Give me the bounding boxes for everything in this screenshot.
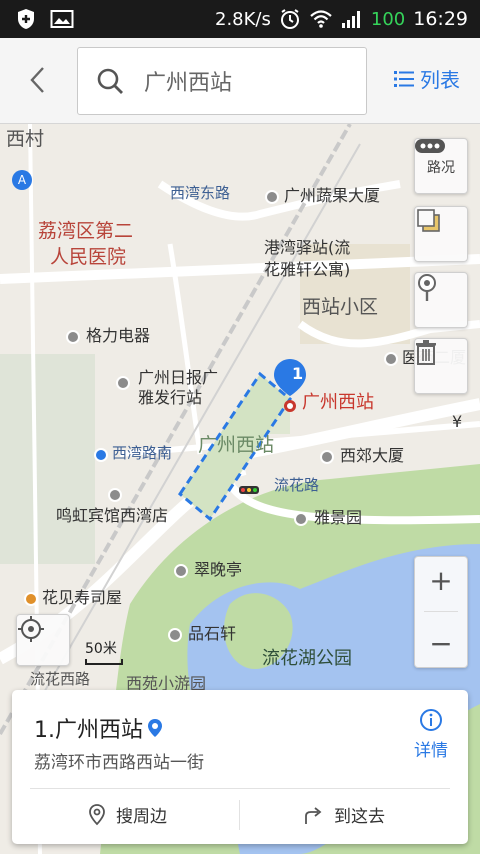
label-gangwan-2: 花雅轩公寓)	[264, 260, 351, 279]
goto-button[interactable]: 到这去	[302, 802, 385, 827]
label-yajing-garden: 雅景园	[314, 508, 363, 527]
poi-icon	[320, 450, 334, 464]
list-button[interactable]: 列表	[394, 64, 460, 93]
scale-ruler	[85, 659, 123, 665]
scale-label: 50米	[85, 641, 117, 657]
label-pinshi-xuan: 品石轩	[188, 624, 237, 643]
label-liuhua-xilu: 流花西路	[30, 670, 91, 688]
signal-icon	[341, 11, 360, 28]
poi-icon	[66, 330, 80, 344]
poi-icon	[265, 190, 279, 204]
result-title: 1.广州西站	[34, 718, 143, 743]
hotel-icon	[108, 488, 122, 502]
wifi-icon	[310, 10, 332, 28]
streetview-button[interactable]	[414, 272, 468, 328]
nearby-label: 搜周边	[116, 807, 167, 827]
scale-bar: 50米	[85, 638, 123, 665]
label-cuiwan-pavilion: 翠晚亭	[194, 560, 243, 579]
battery-level: 100	[370, 8, 406, 30]
status-bar: 2.8K/s 100 16:29	[0, 0, 480, 38]
image-icon	[50, 10, 74, 28]
locate-button[interactable]	[16, 614, 70, 666]
label-station: 广州西站	[302, 392, 374, 413]
label-sushi: 花见寿司屋	[42, 588, 123, 607]
marker-number: 1	[292, 364, 304, 383]
zoom-control: + −	[414, 556, 468, 668]
route-arrow-icon	[305, 806, 322, 824]
detail-label: 详情	[414, 741, 448, 761]
action-separator	[239, 800, 240, 830]
label-hospital-2: 人民医院	[50, 246, 127, 268]
search-icon	[97, 68, 123, 94]
nearby-pin-icon	[89, 803, 105, 825]
label-liuhua-road: 流花路	[274, 476, 320, 494]
trash-icon	[416, 340, 436, 365]
label-xiwan-road: 西湾路南	[112, 444, 173, 462]
label-fruit-building: 广州蔬果大厦	[284, 186, 381, 205]
zoom-out-button[interactable]: −	[429, 627, 452, 660]
label-station-area: 广州西站	[198, 434, 275, 456]
label-gangwan-1: 港湾驿站(流	[264, 238, 351, 257]
metro-badge-icon: A	[12, 170, 32, 190]
label-xijiao-building: 西郊大厦	[340, 446, 405, 465]
location-pin-icon	[418, 274, 436, 301]
poi-icon	[116, 376, 130, 390]
card-divider	[30, 788, 450, 789]
traffic-label: 路况	[427, 160, 455, 176]
zoom-divider	[424, 611, 458, 613]
label-hospital-1: 荔湾区第二	[38, 220, 134, 242]
label-minghong-hotel: 鸣虹宾馆西湾店	[56, 506, 169, 525]
food-icon	[24, 592, 38, 606]
label-xizhan-community: 西站小区	[302, 296, 379, 318]
zoom-in-button[interactable]: +	[429, 564, 452, 597]
label-gz-daily-2: 雅发行站	[138, 388, 203, 407]
result-card[interactable]: 1.广州西站 荔湾环市西路西站一街 详情 搜周边 到这去	[12, 690, 468, 844]
label-yen: ¥	[452, 412, 463, 431]
nearby-button[interactable]: 搜周边	[88, 802, 167, 827]
alarm-icon	[280, 9, 299, 29]
info-icon	[420, 709, 442, 731]
poi-icon	[294, 512, 308, 526]
list-label: 列表	[420, 68, 460, 92]
label-liuhua-park: 流花湖公园	[262, 648, 352, 669]
result-address: 荔湾环市西路西站一街	[34, 753, 204, 773]
bus-stop-icon	[94, 448, 108, 462]
detail-button[interactable]: 详情	[414, 708, 448, 761]
top-bar: 广州西站 列表	[0, 38, 480, 124]
traffic-icon	[415, 139, 445, 153]
verified-pin-icon	[148, 719, 162, 737]
crosshair-icon	[18, 616, 44, 642]
label-gree: 格力电器	[86, 326, 151, 345]
result-title-row: 1.广州西站	[34, 712, 163, 744]
shield-plus-icon	[18, 9, 34, 29]
poi-icon	[174, 564, 188, 578]
label-xicun: 西村	[6, 128, 45, 150]
layers-icon	[417, 209, 440, 232]
clear-button[interactable]	[414, 338, 468, 394]
list-icon	[394, 70, 414, 87]
layers-button[interactable]	[414, 206, 468, 262]
goto-label: 到这去	[334, 807, 385, 827]
search-box[interactable]: 广州西站	[77, 47, 367, 115]
traffic-button[interactable]: 路况	[414, 138, 468, 194]
label-gz-daily-1: 广州日报广	[138, 368, 219, 387]
chevron-left-icon	[30, 67, 44, 93]
poi-icon	[384, 352, 398, 366]
back-button[interactable]	[18, 60, 58, 100]
poi-icon	[168, 628, 182, 642]
search-text: 广州西站	[144, 71, 233, 96]
clock: 16:29	[413, 8, 468, 30]
label-xiwan-east-road: 西湾东路	[170, 184, 231, 202]
network-speed: 2.8K/s	[215, 8, 271, 30]
